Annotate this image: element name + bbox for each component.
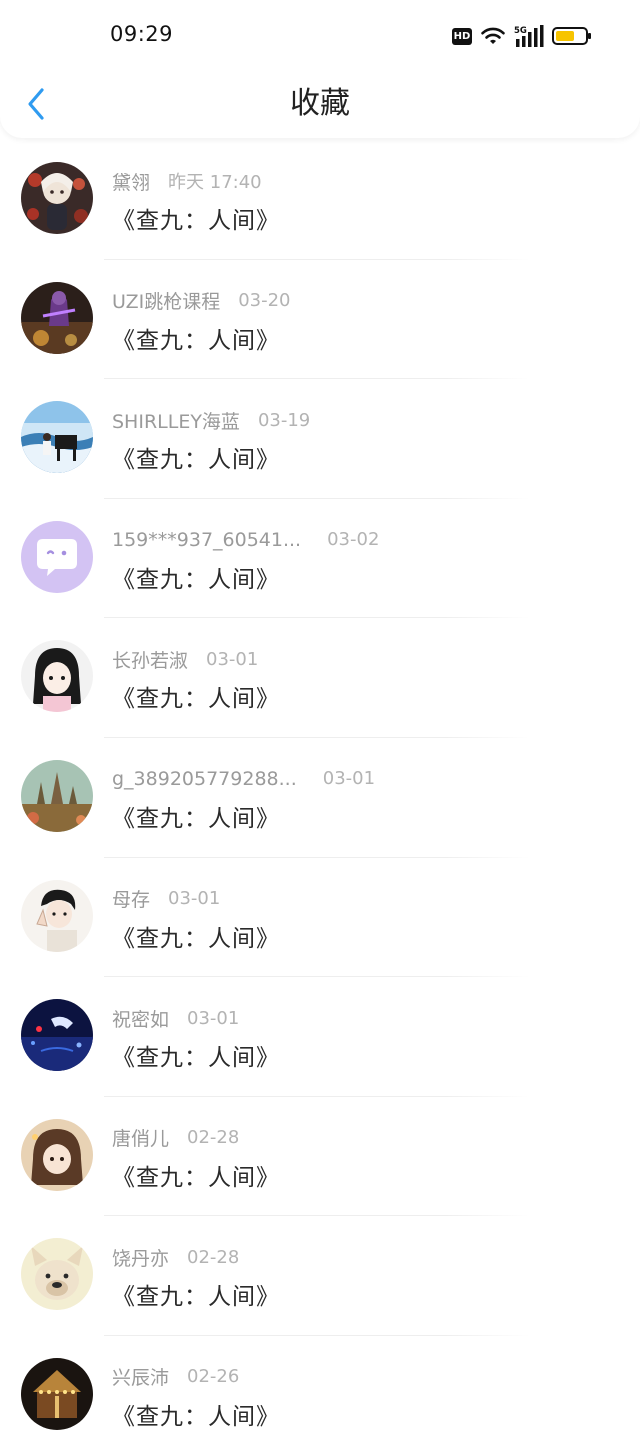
item-username[interactable]: 黛翎 — [112, 168, 150, 195]
battery-icon — [552, 26, 592, 46]
favorite-item[interactable]: 长孙若淑 03-01 《查九：人间》 — [0, 618, 640, 738]
item-meta: 黛翎 昨天 17:40 — [112, 168, 262, 194]
favorite-item[interactable]: g_389205779288... 03-01 《查九：人间》 — [0, 738, 640, 858]
avatar-default-chat-bubble[interactable] — [21, 520, 93, 593]
item-meta: 饶丹亦 02-28 — [112, 1244, 239, 1270]
wifi-icon — [480, 26, 506, 46]
item-title[interactable]: 《查九：人间》 — [112, 1158, 280, 1192]
item-time: 02-26 — [187, 1366, 240, 1388]
item-username[interactable]: 母存 — [112, 885, 150, 912]
item-time: 03-20 — [238, 290, 291, 312]
avatar-carousel-lights[interactable] — [21, 1357, 93, 1430]
item-meta: 母存 03-01 — [112, 886, 220, 912]
item-title[interactable]: 《查九：人间》 — [112, 201, 280, 235]
item-title[interactable]: 《查九：人间》 — [112, 799, 280, 833]
favorite-item[interactable]: SHIRLLEY海蓝 03-19 《查九：人间》 — [0, 379, 640, 499]
item-meta: UZI跳枪课程 03-20 — [112, 288, 291, 314]
avatar-anime-girl[interactable] — [21, 640, 93, 713]
item-title[interactable]: 《查九：人间》 — [112, 560, 280, 594]
item-meta: 唐俏儿 02-28 — [112, 1125, 239, 1151]
item-title[interactable]: 《查九：人间》 — [112, 440, 280, 474]
avatar-night-scene[interactable] — [21, 999, 93, 1072]
network-type-label: 5G — [514, 26, 527, 36]
item-username[interactable]: UZI跳枪课程 — [112, 287, 220, 314]
page-title: 收藏 — [290, 86, 350, 121]
item-title[interactable]: 《查九：人间》 — [112, 321, 280, 355]
nav-bar: 收藏 — [0, 72, 640, 138]
item-title[interactable]: 《查九：人间》 — [112, 1397, 280, 1431]
avatar-brown-hair-girl[interactable] — [21, 1118, 93, 1191]
item-username[interactable]: g_389205779288... — [112, 768, 297, 790]
favorites-list: 黛翎 昨天 17:40 《查九：人间》 UZI跳枪课程 03-20 《查九：人间… — [0, 140, 640, 1456]
favorite-item[interactable]: 兴辰沛 02-26 《查九：人间》 — [0, 1336, 640, 1456]
item-time: 03-01 — [168, 888, 221, 910]
hd-badge: HD — [452, 27, 472, 45]
item-time: 02-28 — [187, 1246, 240, 1268]
favorite-item[interactable]: 母存 03-01 《查九：人间》 — [0, 858, 640, 978]
favorite-item[interactable]: UZI跳枪课程 03-20 《查九：人间》 — [0, 260, 640, 380]
item-meta: 长孙若淑 03-01 — [112, 646, 258, 672]
item-username[interactable]: 159***937_60541... — [112, 529, 301, 551]
status-icons: HD 5G — [452, 24, 592, 48]
item-time: 03-01 — [206, 648, 259, 670]
item-time: 03-19 — [257, 409, 311, 431]
item-time: 03-02 — [327, 529, 380, 551]
item-title[interactable]: 《查九：人间》 — [112, 1277, 280, 1311]
item-meta: 159***937_60541... 03-02 — [112, 527, 379, 553]
item-time: 03-01 — [322, 768, 376, 790]
avatar-sketch-boy[interactable] — [21, 879, 93, 952]
item-meta: 祝密如 03-01 — [112, 1005, 239, 1031]
item-username[interactable]: 饶丹亦 — [112, 1244, 169, 1271]
item-time: 昨天 17:40 — [168, 172, 262, 193]
avatar-game-character[interactable] — [21, 281, 93, 354]
item-title[interactable]: 《查九：人间》 — [112, 919, 280, 953]
item-meta: g_389205779288... 03-01 — [112, 766, 375, 792]
header: 09:29 HD 5G 收藏 — [0, 0, 640, 138]
item-username[interactable]: 兴辰沛 — [112, 1363, 169, 1390]
favorite-item[interactable]: 黛翎 昨天 17:40 《查九：人间》 — [0, 140, 640, 260]
item-time: 02-28 — [187, 1127, 240, 1149]
item-title[interactable]: 《查九：人间》 — [112, 1038, 280, 1072]
favorite-item[interactable]: 祝密如 03-01 《查九：人间》 — [0, 977, 640, 1097]
favorite-item[interactable]: 饶丹亦 02-28 《查九：人间》 — [0, 1216, 640, 1336]
status-time: 09:29 — [110, 22, 174, 46]
item-username[interactable]: 长孙若淑 — [112, 646, 188, 673]
item-time: 03-01 — [187, 1007, 240, 1029]
status-bar: 09:29 HD 5G — [0, 0, 640, 72]
cellular-signal-icon: 5G — [514, 25, 544, 47]
item-meta: SHIRLLEY海蓝 03-19 — [112, 407, 310, 433]
item-title[interactable]: 《查九：人间》 — [112, 679, 280, 713]
avatar-girl-illustration[interactable] — [21, 162, 93, 234]
avatar-bulldog[interactable] — [21, 1238, 93, 1311]
avatar-castle-painting[interactable] — [21, 759, 93, 832]
favorite-item[interactable]: 唐俏儿 02-28 《查九：人间》 — [0, 1097, 640, 1217]
item-username[interactable]: 祝密如 — [112, 1005, 169, 1032]
favorite-item[interactable]: 159***937_60541... 03-02 《查九：人间》 — [0, 499, 640, 619]
item-username[interactable]: SHIRLLEY海蓝 — [112, 407, 240, 434]
avatar-piano-sea[interactable] — [21, 401, 93, 474]
item-meta: 兴辰沛 02-26 — [112, 1364, 239, 1390]
item-username[interactable]: 唐俏儿 — [112, 1124, 169, 1151]
